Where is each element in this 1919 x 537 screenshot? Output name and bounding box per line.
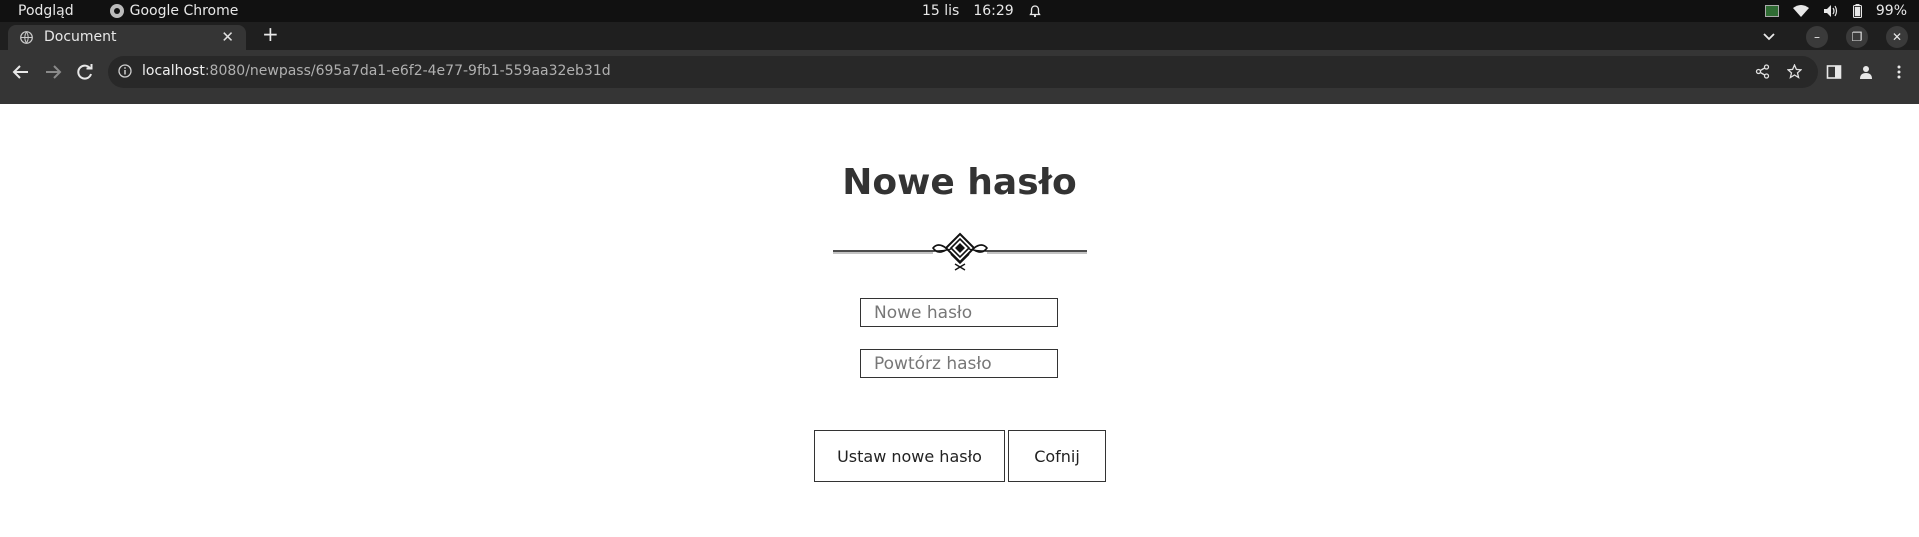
chrome-icon bbox=[109, 4, 124, 18]
set-new-password-button[interactable]: Ustaw nowe hasło bbox=[814, 430, 1005, 482]
battery-icon bbox=[1852, 4, 1862, 18]
system-tray[interactable]: 99% bbox=[1764, 3, 1907, 19]
globe-icon bbox=[20, 31, 33, 44]
system-bar-left: Podgląd Google Chrome bbox=[18, 3, 238, 19]
minimize-button[interactable]: – bbox=[1806, 26, 1828, 48]
page-content: Nowe hasło Ustaw nowe hasło Cofnij bbox=[0, 104, 1919, 537]
screen-icon bbox=[1764, 5, 1779, 17]
side-panel-icon[interactable] bbox=[1826, 64, 1842, 80]
url-path: :8080/newpass/695a7da1-e6f2-4e77-9fb1-55… bbox=[204, 63, 611, 79]
battery-percent: 99% bbox=[1875, 3, 1907, 19]
restore-button[interactable]: ❐ bbox=[1846, 26, 1868, 48]
close-window-button[interactable]: ✕ bbox=[1886, 26, 1908, 48]
url-host: localhost bbox=[142, 63, 205, 79]
active-app-label: Google Chrome bbox=[129, 3, 239, 19]
tab-document[interactable]: Document ✕ bbox=[8, 25, 246, 50]
address-bar[interactable]: localhost:8080/newpass/695a7da1-e6f2-4e7… bbox=[108, 56, 1818, 88]
alarm-icon bbox=[1028, 5, 1041, 18]
app-menu[interactable]: Podgląd bbox=[18, 3, 74, 19]
browser-toolbar: localhost:8080/newpass/695a7da1-e6f2-4e7… bbox=[0, 50, 1919, 104]
forward-arrow-icon[interactable] bbox=[44, 63, 62, 81]
site-info-icon[interactable] bbox=[118, 64, 132, 78]
ornamental-divider bbox=[833, 232, 1087, 271]
system-top-bar: Podgląd Google Chrome 15 lis 16:29 99% bbox=[0, 0, 1919, 22]
time-label: 16:29 bbox=[973, 3, 1014, 19]
bookmark-star-icon[interactable] bbox=[1787, 64, 1802, 79]
tab-search-chevron-icon[interactable] bbox=[1762, 29, 1776, 43]
new-tab-button[interactable]: + bbox=[262, 24, 279, 44]
volume-icon bbox=[1823, 5, 1837, 17]
wifi-icon bbox=[1792, 5, 1809, 17]
back-button[interactable]: Cofnij bbox=[1008, 430, 1106, 482]
clock[interactable]: 15 lis 16:29 bbox=[922, 3, 1042, 19]
share-icon[interactable] bbox=[1755, 64, 1770, 79]
tab-title: Document bbox=[44, 29, 117, 45]
page-title: Nowe hasło bbox=[842, 162, 1077, 203]
tab-close-icon[interactable]: ✕ bbox=[221, 28, 234, 46]
back-arrow-icon[interactable] bbox=[12, 63, 30, 81]
new-password-field[interactable] bbox=[860, 298, 1058, 327]
repeat-password-field[interactable] bbox=[860, 349, 1058, 378]
reload-icon[interactable] bbox=[76, 63, 94, 81]
date-label: 15 lis bbox=[922, 3, 960, 19]
tab-strip: Document ✕ bbox=[0, 22, 1919, 50]
active-app[interactable]: Google Chrome bbox=[109, 3, 239, 19]
profile-icon[interactable] bbox=[1858, 64, 1874, 80]
menu-kebab-icon[interactable] bbox=[1891, 64, 1907, 80]
url-text[interactable]: localhost:8080/newpass/695a7da1-e6f2-4e7… bbox=[142, 63, 611, 79]
